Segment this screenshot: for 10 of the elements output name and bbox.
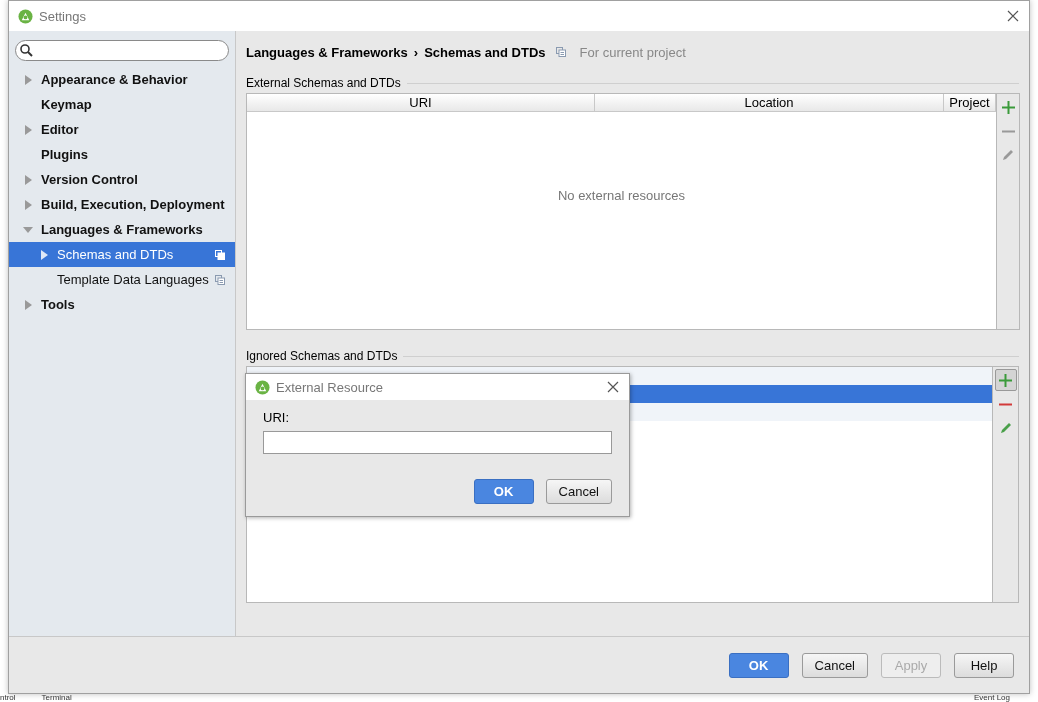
- breadcrumb-separator: ›: [413, 44, 419, 60]
- field-label: URI:: [263, 410, 290, 425]
- scope-note: For current project: [579, 44, 686, 60]
- dialog-title: External Resource: [276, 379, 384, 395]
- breadcrumb-item: Schemas and DTDs: [424, 44, 546, 60]
- section-title: Ignored Schemas and DTDs: [246, 349, 398, 363]
- empty-table-message: No external resources: [557, 188, 686, 203]
- breadcrumb-item: Languages & Frameworks: [246, 44, 408, 60]
- section-title: External Schemas and DTDs: [246, 76, 401, 90]
- window-title: Settings: [39, 8, 87, 24]
